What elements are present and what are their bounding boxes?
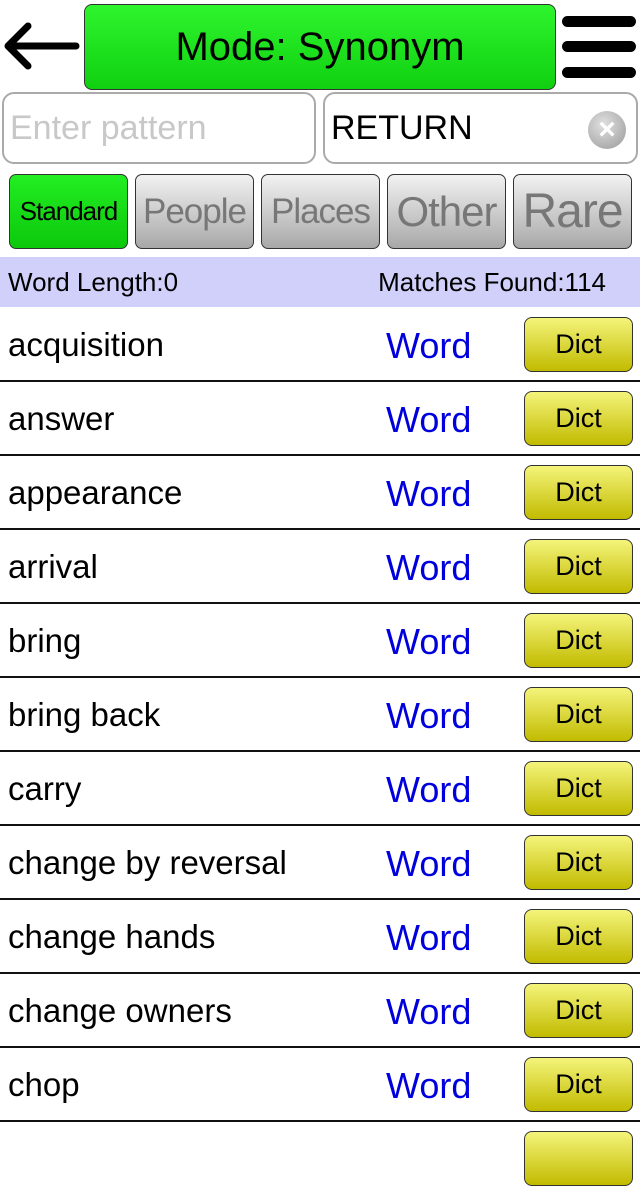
dict-button[interactable]: Dict: [524, 539, 633, 594]
word-link[interactable]: Word: [386, 547, 471, 589]
category-tabs: Standard People Places Other Rare: [0, 174, 640, 250]
results-list: acquisition Word Dict answer Word Dict appeara…: [0, 308, 640, 1196]
word-link[interactable]: Word: [386, 695, 471, 737]
word-link[interactable]: Word: [386, 399, 471, 441]
pattern-placeholder: Enter pattern: [10, 108, 207, 147]
result-word: acquisition: [8, 326, 164, 363]
tab-rare[interactable]: Rare: [513, 174, 632, 249]
list-item: [0, 1122, 640, 1196]
result-word: change by reversal: [8, 844, 287, 881]
result-word: bring back: [8, 696, 161, 733]
matches-found: Matches Found:114: [378, 266, 606, 297]
dict-button[interactable]: Dict: [524, 835, 633, 890]
tab-other[interactable]: Other: [387, 174, 506, 249]
dict-button[interactable]: [524, 1131, 633, 1186]
word-link[interactable]: Word: [386, 325, 471, 367]
arrow-left-icon: [4, 22, 80, 70]
word-link[interactable]: Word: [386, 917, 471, 959]
dict-button[interactable]: Dict: [524, 317, 633, 372]
result-word: appearance: [8, 474, 183, 511]
list-item: bring Word Dict: [0, 604, 640, 678]
result-word: change owners: [8, 992, 232, 1029]
word-link[interactable]: Word: [386, 473, 471, 515]
status-bar: Word Length:0 Matches Found:114: [0, 257, 640, 307]
dict-button[interactable]: Dict: [524, 687, 633, 742]
dict-button[interactable]: Dict: [524, 391, 633, 446]
list-item: change hands Word Dict: [0, 900, 640, 974]
list-item: chop Word Dict: [0, 1048, 640, 1122]
word-link[interactable]: Word: [386, 769, 471, 811]
list-item: bring back Word Dict: [0, 678, 640, 752]
word-input[interactable]: RETURN ×: [323, 92, 638, 164]
list-item: carry Word Dict: [0, 752, 640, 826]
dict-button[interactable]: Dict: [524, 909, 633, 964]
mode-title: Mode: Synonym: [175, 24, 465, 69]
tab-standard[interactable]: Standard: [9, 174, 128, 249]
pattern-input[interactable]: Enter pattern: [2, 92, 316, 164]
word-link[interactable]: Word: [386, 621, 471, 663]
word-link[interactable]: Word: [386, 991, 471, 1033]
list-item: answer Word Dict: [0, 382, 640, 456]
list-item: change by reversal Word Dict: [0, 826, 640, 900]
result-word: bring: [8, 622, 82, 659]
tab-places[interactable]: Places: [261, 174, 380, 249]
hamburger-menu-icon[interactable]: [560, 12, 638, 80]
word-length: Word Length:0: [8, 266, 179, 297]
dict-button[interactable]: Dict: [524, 761, 633, 816]
dict-button[interactable]: Dict: [524, 465, 633, 520]
mode-title-button[interactable]: Mode: Synonym: [84, 4, 556, 90]
word-value: RETURN: [331, 108, 473, 147]
word-link[interactable]: Word: [386, 843, 471, 885]
result-word: carry: [8, 770, 82, 807]
list-item: appearance Word Dict: [0, 456, 640, 530]
back-button[interactable]: [2, 20, 80, 76]
word-link[interactable]: Word: [386, 1065, 471, 1107]
result-word: change hands: [8, 918, 216, 955]
clear-x-icon[interactable]: ×: [588, 111, 626, 149]
result-word: answer: [8, 400, 115, 437]
result-word: arrival: [8, 548, 98, 585]
dict-button[interactable]: Dict: [524, 613, 633, 668]
tab-people[interactable]: People: [135, 174, 254, 249]
dict-button[interactable]: Dict: [524, 1057, 633, 1112]
list-item: acquisition Word Dict: [0, 308, 640, 382]
list-item: change owners Word Dict: [0, 974, 640, 1048]
list-item: arrival Word Dict: [0, 530, 640, 604]
result-word: chop: [8, 1066, 80, 1103]
dict-button[interactable]: Dict: [524, 983, 633, 1038]
